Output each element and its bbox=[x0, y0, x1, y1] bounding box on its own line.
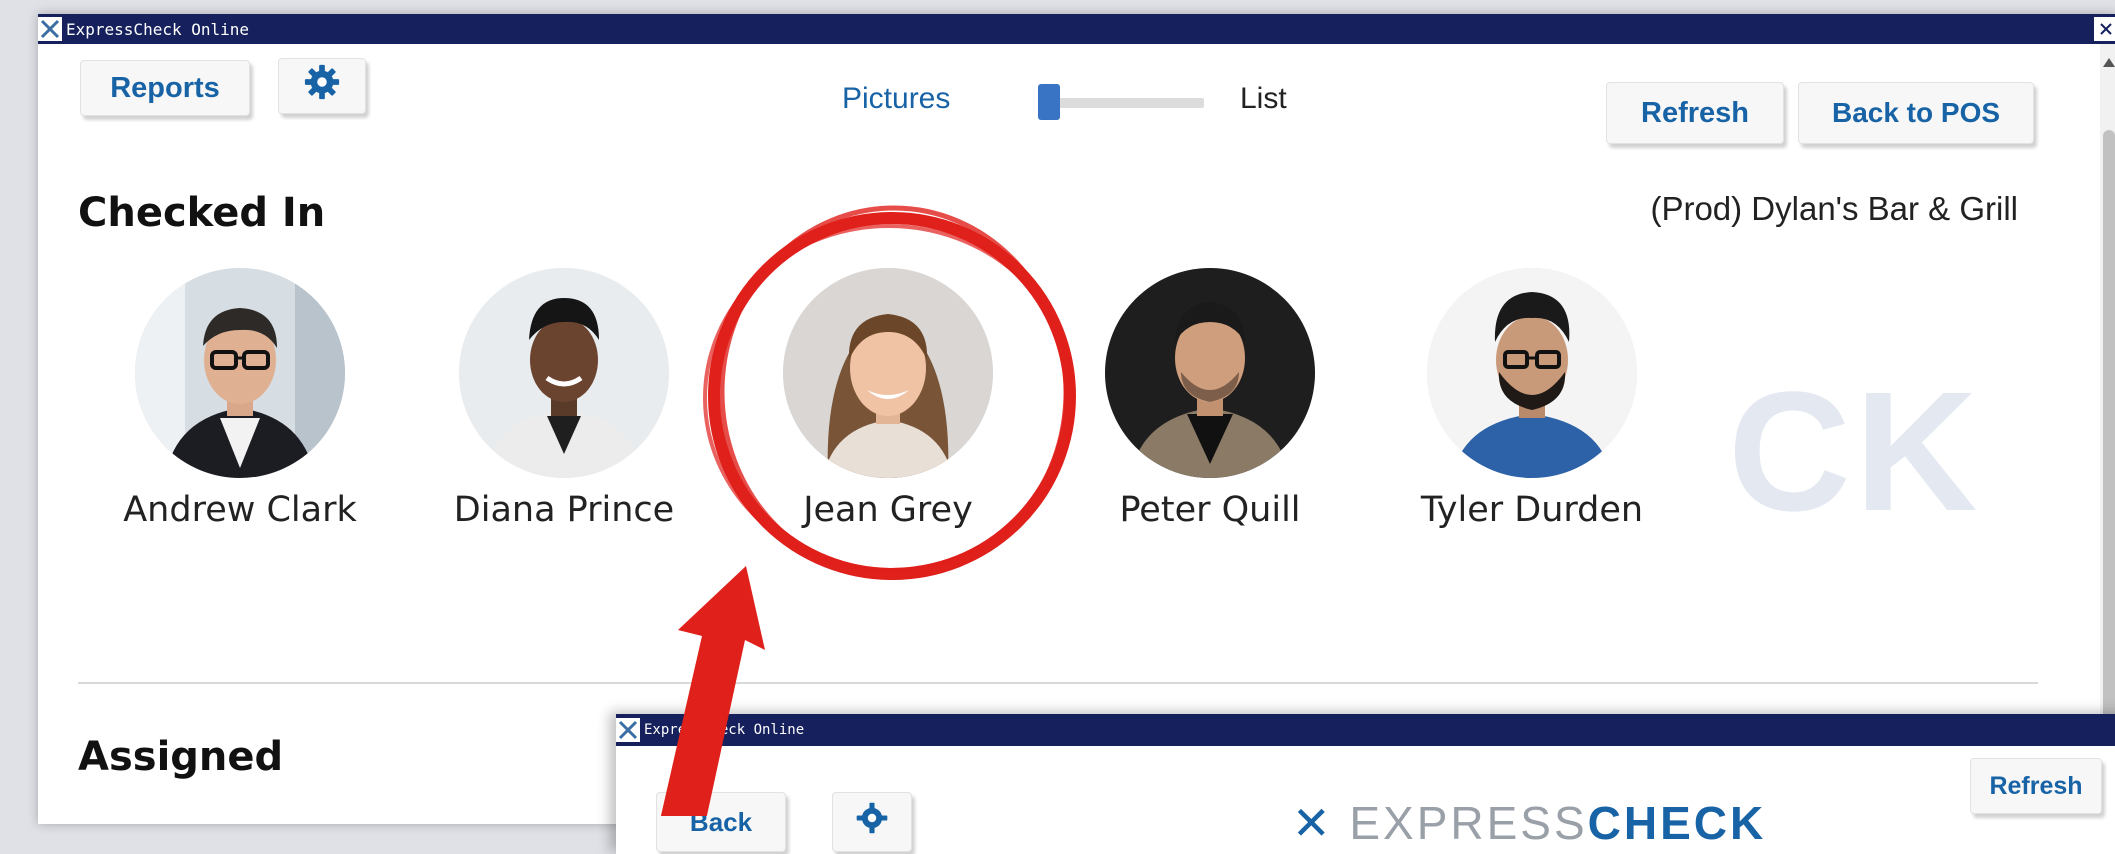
venue-name: (Prod) Dylan's Bar & Grill bbox=[1650, 190, 2018, 227]
close-icon[interactable] bbox=[2094, 17, 2115, 41]
brand-text-light: EXPRESS bbox=[1349, 797, 1588, 849]
brand-watermark: CK bbox=[1728, 357, 1982, 547]
avatar bbox=[459, 268, 669, 478]
person-name: Jean Grey bbox=[803, 490, 973, 530]
reports-button-label: Reports bbox=[110, 71, 220, 104]
refresh-button-label: Refresh bbox=[1641, 96, 1749, 129]
vertical-scrollbar[interactable] bbox=[2100, 44, 2115, 824]
window-titlebar: ExpressCheck Online bbox=[38, 14, 2115, 44]
checked-in-heading: Checked In bbox=[78, 190, 326, 236]
app-logo-icon bbox=[38, 17, 62, 41]
settings-button[interactable] bbox=[278, 58, 366, 114]
secondary-settings-button[interactable] bbox=[832, 792, 912, 852]
app-logo-icon bbox=[616, 718, 640, 742]
secondary-window-title: ExpressCheck Online bbox=[644, 722, 805, 738]
brand-mark-icon: ✕ bbox=[1292, 797, 1334, 849]
window-title: ExpressCheck Online bbox=[66, 19, 250, 39]
back-to-pos-button-label: Back to POS bbox=[1831, 97, 2001, 128]
person-card-diana-prince[interactable]: Diana Prince bbox=[434, 268, 694, 530]
expresscheck-logo: ✕ EXPRESSCHECK bbox=[1292, 796, 1766, 850]
reports-button[interactable]: Reports bbox=[80, 60, 250, 116]
person-name: Tyler Durden bbox=[1420, 490, 1644, 530]
list-toggle-label[interactable]: List bbox=[1240, 82, 1287, 116]
brand-text-bold: CHECK bbox=[1587, 797, 1767, 849]
person-card-peter-quill[interactable]: Peter Quill bbox=[1080, 268, 1340, 530]
avatar bbox=[1105, 268, 1315, 478]
gear-icon bbox=[855, 801, 889, 843]
secondary-refresh-button-label: Refresh bbox=[1989, 771, 2083, 800]
person-card-tyler-durden[interactable]: Tyler Durden bbox=[1402, 268, 1662, 530]
person-name: Diana Prince bbox=[453, 490, 675, 530]
back-to-pos-button[interactable]: Back to POS bbox=[1798, 82, 2034, 144]
person-name: Andrew Clark bbox=[123, 490, 357, 530]
view-toggle-thumb[interactable] bbox=[1038, 84, 1060, 120]
person-name: Peter Quill bbox=[1119, 490, 1301, 530]
back-button[interactable]: Back bbox=[656, 792, 786, 852]
secondary-window: ExpressCheck Online Back ✕ EXPRESSCHECK … bbox=[616, 714, 2115, 854]
secondary-window-titlebar: ExpressCheck Online bbox=[616, 714, 2115, 746]
avatar bbox=[1427, 268, 1637, 478]
person-card-jean-grey[interactable]: Jean Grey bbox=[758, 268, 1018, 530]
avatar bbox=[783, 268, 993, 478]
person-card-andrew-clark[interactable]: Andrew Clark bbox=[110, 268, 370, 530]
main-window: ExpressCheck Online Reports Pictures Lis… bbox=[38, 14, 2115, 824]
scroll-up-icon[interactable] bbox=[2103, 58, 2115, 67]
secondary-refresh-button[interactable]: Refresh bbox=[1970, 758, 2102, 814]
avatar bbox=[135, 268, 345, 478]
section-divider bbox=[78, 682, 2038, 684]
refresh-button[interactable]: Refresh bbox=[1606, 82, 1784, 144]
gear-icon bbox=[303, 63, 341, 109]
view-toggle-track[interactable] bbox=[1038, 98, 1204, 108]
back-button-label: Back bbox=[689, 806, 753, 837]
assigned-heading: Assigned bbox=[78, 734, 284, 780]
pictures-toggle-label[interactable]: Pictures bbox=[842, 82, 950, 116]
